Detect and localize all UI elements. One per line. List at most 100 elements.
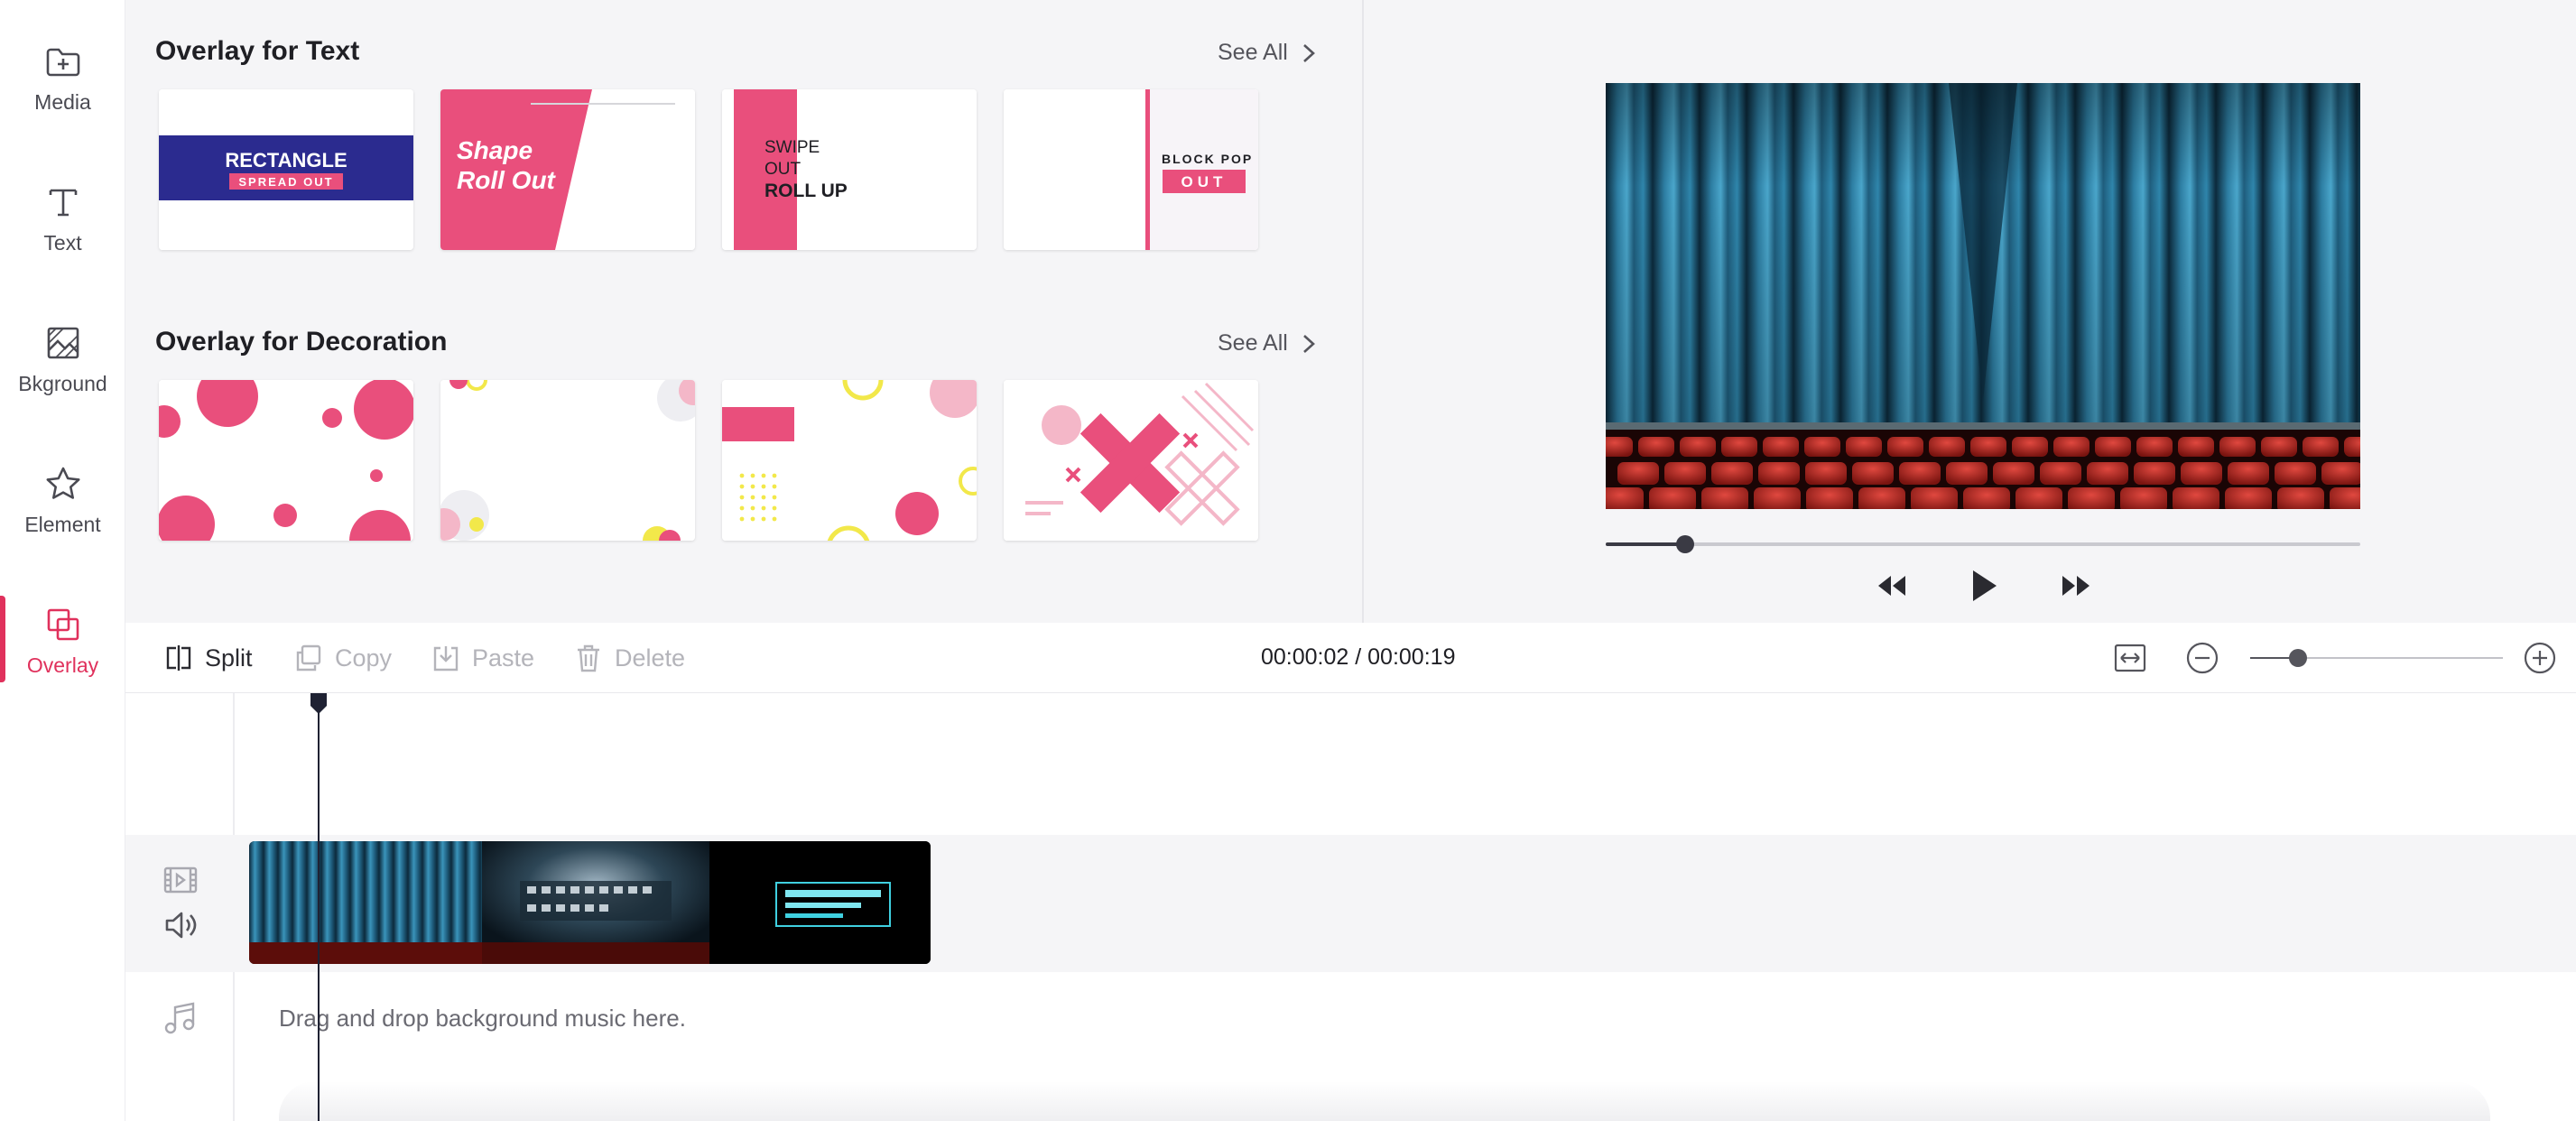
sidebar-item-label: Text [43,231,82,255]
sidebar-item-media[interactable]: Media [0,29,125,137]
background-icon [47,327,79,359]
theater-seat [1899,462,1941,485]
scrubber-handle[interactable] [1675,535,1694,553]
overlay-thumb-geometric-shapes[interactable] [722,380,977,541]
sidebar-item-text[interactable]: Text [0,170,125,278]
overlay-thumb-rectangle-spread-out[interactable]: RECTANGLE SPREAD OUT [159,89,413,250]
theater-seat [1680,437,1716,457]
thumb-art [1004,380,1258,541]
overlay-thumb-corner-circles[interactable] [440,380,695,541]
play-icon[interactable] [1966,567,2002,605]
video-clip[interactable] [249,841,931,964]
thumb-line2: OUT [1181,173,1228,190]
see-all-label: See All [1218,40,1288,65]
split-label: Split [205,644,253,672]
timeline-toolbar: Split Copy Paste Delete 00:00:02 / 00:00… [125,623,2576,693]
theater-seat [1993,462,2034,485]
fit-to-width-icon[interactable] [2113,641,2147,675]
thumb-art [440,380,695,541]
theater-seat [2134,462,2175,485]
theater-seat [1963,487,2010,509]
music-note-icon [164,1002,195,1034]
scrubber-progress [1606,542,1685,546]
theater-seat [1721,437,1757,457]
theater-seat [1806,487,1853,509]
thumb-line1: RECTANGLE [225,149,347,171]
theater-curtain-frame [1606,83,2360,509]
theater-seat [1758,462,1800,485]
clip-filmstrip [249,841,931,964]
theater-seat [1929,437,1965,457]
theater-seat [1887,437,1923,457]
sidebar-item-overlay[interactable]: Overlay [0,592,125,700]
zoom-handle[interactable] [2289,649,2308,667]
thumb-art: Shape Roll Out [440,89,695,250]
overlay-thumb-crosses[interactable] [1004,380,1258,541]
thumb-line1: BLOCK POP [1162,152,1253,166]
trash-icon [578,644,599,672]
theater-seat [2219,437,2256,457]
theater-seat [1970,437,2006,457]
theater-seat [1664,462,1706,485]
sidebar-item-element[interactable]: Element [0,451,125,560]
thumb-line2: OUT [764,160,802,179]
playhead-line [318,693,320,1121]
sidebar-item-background[interactable]: Bkground [0,310,125,419]
sidebar-item-label: Overlay [26,653,99,677]
video-preview[interactable] [1606,83,2360,509]
thumb-art [159,380,413,541]
thumb-line3: ROLL UP [764,181,848,201]
theater-seat [1638,437,1674,457]
section-title-text-overlays: Overlay for Text [155,36,360,66]
overlay-thumb-shape-roll-out[interactable]: Shape Roll Out [440,89,695,250]
chevron-right-icon [1302,334,1315,353]
delete-button[interactable]: Delete [573,643,685,673]
see-all-decoration-overlays[interactable]: See All [1218,330,1317,357]
theater-seat [2344,437,2360,457]
theater-seat [1701,487,1748,509]
thumb-art: SWIPE OUT ROLL UP [722,89,977,250]
zoom-in-icon[interactable] [2523,641,2557,675]
sidebar-item-label: Media [34,90,91,114]
overlay-thumb-block-pop-out[interactable]: BLOCK POP OUT [1004,89,1258,250]
theater-seat [1754,487,1801,509]
playback-scrubber[interactable] [1606,533,2360,555]
video-editor-app: Media Text Bkground Element Overlay Over… [0,0,2576,1121]
copy-button[interactable]: Copy [293,643,392,673]
theater-seat [2275,462,2316,485]
delete-label: Delete [615,644,686,672]
rewind-icon[interactable] [1875,572,1909,599]
theater-seat [2178,437,2214,457]
timeline-bottom-shade [279,1081,2490,1121]
zoom-out-icon[interactable] [2185,641,2219,675]
paste-label: Paste [472,644,535,672]
folder-plus-icon [46,48,79,77]
theater-seat [2181,462,2222,485]
theater-seat [2040,462,2081,485]
overlay-library: Overlay for Text See All RECTANGLE SPREA… [125,0,1362,623]
sidebar-item-label: Element [24,513,101,536]
copy-icon [296,644,321,672]
theater-seat [1946,462,1988,485]
theater-seat [1852,462,1894,485]
playhead-handle[interactable] [309,693,329,715]
sidebar-item-label: Bkground [18,372,107,395]
copy-label: Copy [335,644,393,672]
theater-seat [2261,437,2297,457]
theater-seat [2095,437,2131,457]
see-all-text-overlays[interactable]: See All [1218,40,1317,66]
zoom-slider[interactable] [2250,648,2503,668]
overlay-thumb-swipe-out-roll-up[interactable]: SWIPE OUT ROLL UP [722,89,977,250]
fast-forward-icon[interactable] [2059,572,2093,599]
split-button[interactable]: Split [163,643,253,673]
theater-seat [1846,437,1882,457]
theater-seat [2087,462,2128,485]
theater-seat [1606,437,1633,457]
paste-button[interactable]: Paste [431,643,534,673]
thumb-art: RECTANGLE SPREAD OUT [159,89,413,250]
volume-icon[interactable] [162,906,199,944]
theater-seat [1617,462,1659,485]
thumb-art [722,380,977,541]
overlay-thumb-pink-circles[interactable] [159,380,413,541]
theater-seat [2068,487,2115,509]
